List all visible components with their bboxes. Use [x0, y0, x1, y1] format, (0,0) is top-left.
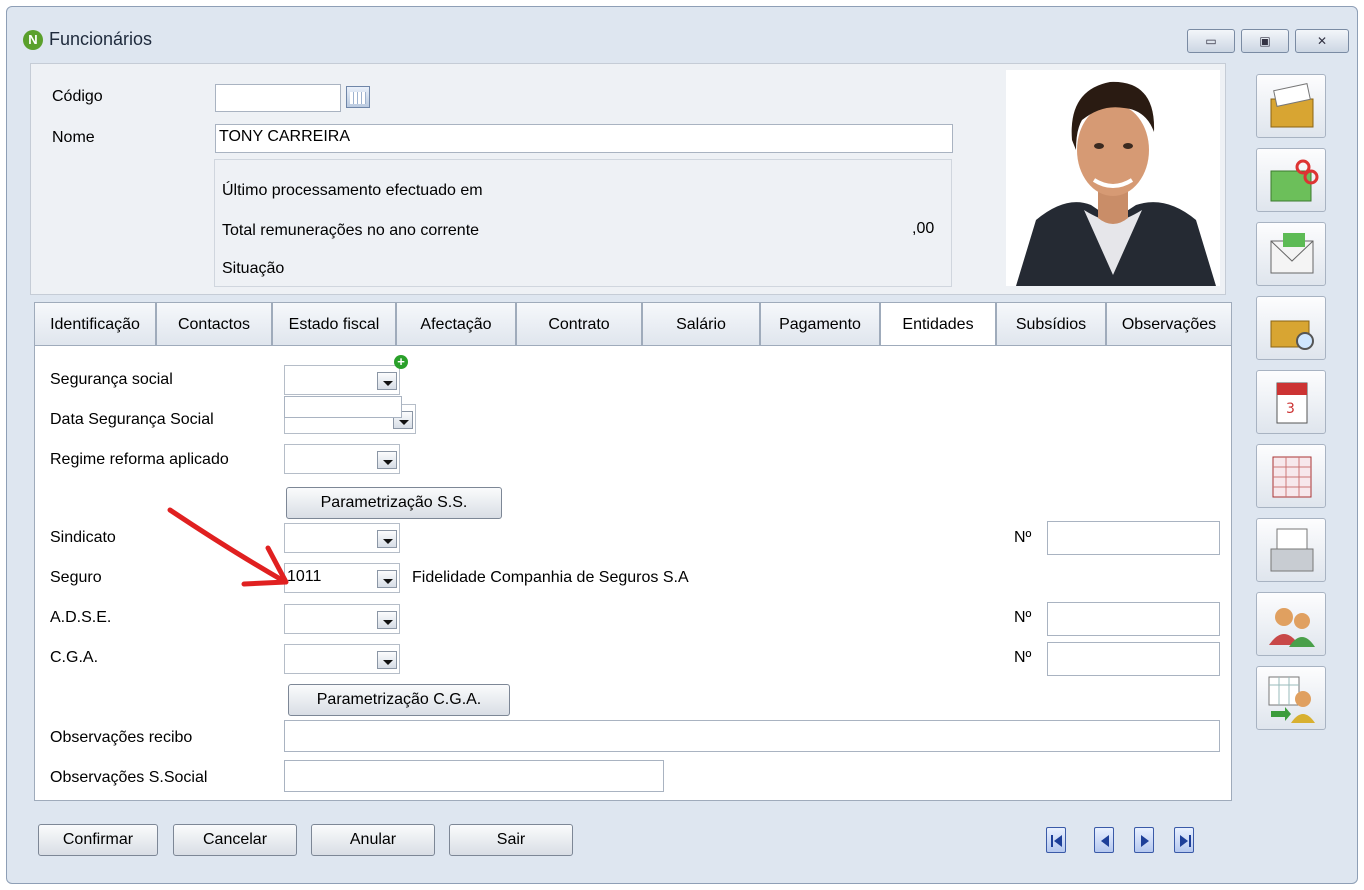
adse-numero-input[interactable] — [1047, 602, 1220, 636]
chevron-down-icon[interactable] — [377, 372, 397, 390]
nome-input[interactable]: TONY CARREIRA — [215, 124, 953, 153]
total-remuneracoes-label: Total remunerações no ano corrente — [222, 222, 480, 239]
seguro-description: Fidelidade Companhia de Seguros S.A — [412, 569, 689, 586]
adse-select[interactable] — [284, 604, 400, 634]
regime-reforma-select[interactable] — [284, 444, 400, 474]
cancelar-button[interactable]: Cancelar — [173, 824, 297, 856]
annotation-arrow — [167, 507, 289, 587]
seguro-label: Seguro — [50, 569, 102, 586]
minimize-icon[interactable]: ▭ — [1187, 29, 1235, 53]
tab-contrato[interactable]: Contrato — [516, 302, 642, 346]
parametrizacao-ss-button[interactable]: Parametrização S.S. — [286, 487, 502, 519]
cga-numero-label: Nº — [1014, 649, 1032, 666]
adse-numero-label: Nº — [1014, 609, 1032, 626]
observacoes-ssocial-label: Observações S.Social — [50, 769, 208, 786]
app-logo-icon: N — [23, 30, 43, 50]
last-record-icon[interactable] — [1174, 827, 1194, 853]
confirmar-button[interactable]: Confirmar — [38, 824, 158, 856]
cga-select[interactable] — [284, 644, 400, 674]
first-record-icon[interactable] — [1046, 827, 1066, 853]
regime-reforma-label: Regime reforma aplicado — [50, 451, 229, 468]
total-remuneracoes-value: ,00 — [912, 220, 935, 237]
document-stack-icon[interactable] — [1256, 518, 1326, 582]
observacoes-ssocial-input[interactable] — [284, 760, 664, 792]
chevron-down-icon[interactable] — [377, 530, 397, 548]
add-icon[interactable]: + — [394, 355, 408, 369]
nome-label: Nome — [52, 129, 95, 146]
chevron-down-icon[interactable] — [377, 570, 397, 588]
tab-identificacao[interactable]: Identificação — [34, 302, 156, 346]
codigo-input[interactable] — [215, 84, 341, 112]
tab-observacoes[interactable]: Observações — [1106, 302, 1232, 346]
tab-entidades[interactable]: Entidades — [880, 302, 996, 348]
previous-record-icon[interactable] — [1094, 827, 1114, 853]
schedule-user-icon[interactable] — [1256, 666, 1326, 730]
tab-afectacao[interactable]: Afectação — [396, 302, 516, 346]
users-icon[interactable] — [1256, 592, 1326, 656]
data-seguranca-social-label: Data Segurança Social — [50, 411, 214, 428]
tab-contactos[interactable]: Contactos — [156, 302, 272, 346]
situacao-label: Situação — [222, 260, 285, 277]
chevron-down-icon[interactable] — [377, 611, 397, 629]
codigo-label: Código — [52, 88, 103, 105]
anular-button[interactable]: Anular — [311, 824, 435, 856]
tab-estado-fiscal[interactable]: Estado fiscal — [272, 302, 396, 346]
tab-subsidios[interactable]: Subsídios — [996, 302, 1106, 346]
adse-label: A.D.S.E. — [50, 609, 112, 626]
employee-photo — [1006, 70, 1220, 286]
data-seguranca-social-input[interactable] — [284, 396, 402, 418]
maximize-icon[interactable]: ▣ — [1241, 29, 1289, 53]
parametrizacao-cga-button[interactable]: Parametrização C.G.A. — [288, 684, 510, 716]
chevron-down-icon[interactable] — [377, 451, 397, 469]
window-title: Funcionários — [49, 29, 153, 49]
tab-pagamento[interactable]: Pagamento — [760, 302, 880, 346]
spreadsheet-icon[interactable] — [1256, 444, 1326, 508]
sair-button[interactable]: Sair — [449, 824, 573, 856]
tab-strip: Identificação Contactos Estado fiscal Af… — [34, 302, 1232, 348]
card-file-icon[interactable] — [1256, 74, 1326, 138]
calendar-lookup-icon[interactable] — [346, 86, 370, 108]
seguro-select[interactable]: 1011 — [284, 563, 400, 593]
search-card-icon[interactable] — [1256, 296, 1326, 360]
cga-numero-input[interactable] — [1047, 642, 1220, 676]
calendar-icon[interactable]: 3 — [1256, 370, 1326, 434]
close-icon[interactable]: ✕ — [1295, 29, 1349, 53]
sindicato-numero-input[interactable] — [1047, 521, 1220, 555]
mail-envelope-icon[interactable] — [1256, 222, 1326, 286]
cut-document-icon[interactable] — [1256, 148, 1326, 212]
observacoes-recibo-label: Observações recibo — [50, 729, 193, 746]
next-record-icon[interactable] — [1134, 827, 1154, 853]
ultimo-processamento-label: Último processamento efectuado em — [222, 182, 483, 199]
chevron-down-icon[interactable] — [377, 651, 397, 669]
tab-salario[interactable]: Salário — [642, 302, 760, 346]
sindicato-numero-label: Nº — [1014, 529, 1032, 546]
seguranca-social-label: Segurança social — [50, 371, 173, 388]
svg-text:3: 3 — [1286, 401, 1295, 417]
sindicato-select[interactable] — [284, 523, 400, 553]
seguranca-social-select[interactable] — [284, 365, 400, 395]
cga-label: C.G.A. — [50, 649, 99, 666]
sindicato-label: Sindicato — [50, 529, 116, 546]
observacoes-recibo-input[interactable] — [284, 720, 1220, 752]
title-bar: N Funcionários ▭ ▣ ✕ — [7, 7, 1357, 63]
